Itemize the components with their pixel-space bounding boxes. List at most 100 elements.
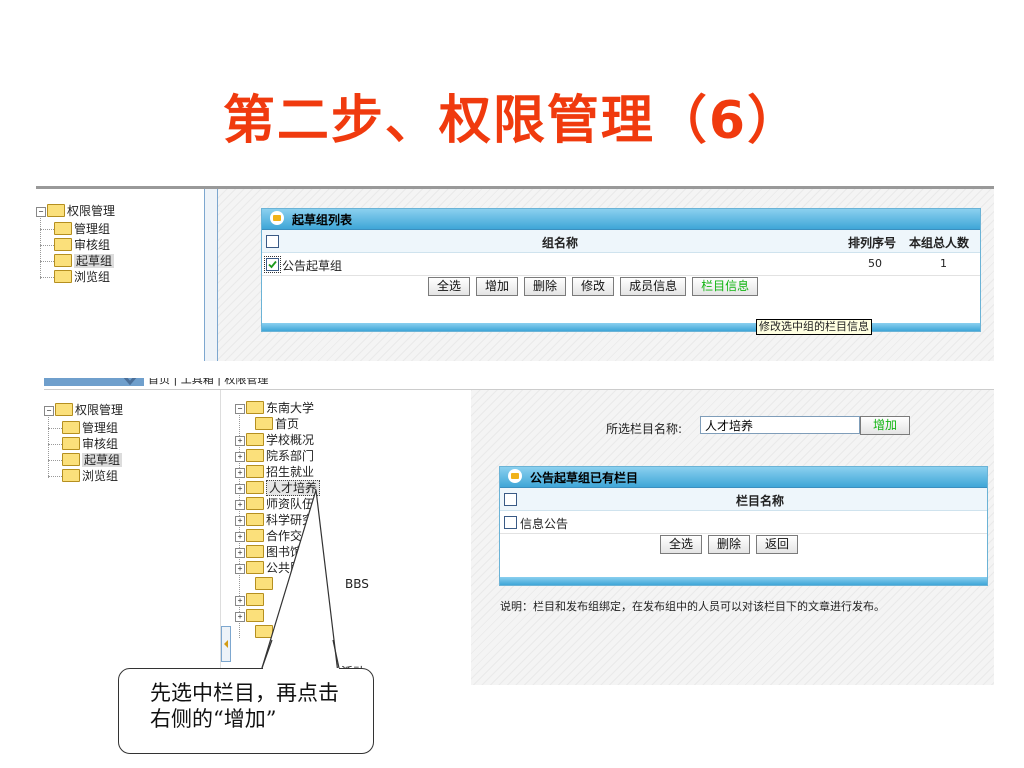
folder-icon [246,465,264,478]
column-item-faculty[interactable]: + 师资队伍 [235,496,314,512]
table-header-row: 栏目名称 [500,488,987,511]
tree-root-node[interactable]: − 权限管理 [36,203,115,219]
tree-item-draft-group[interactable]: 起草组 [54,253,115,269]
folder-badge-icon [270,211,284,225]
delete-button[interactable]: 删除 [708,535,751,554]
chevron-left-icon [224,640,228,648]
add-column-button[interactable]: 增加 [860,416,911,435]
collapse-icon[interactable]: − [36,206,46,217]
collapse-icon[interactable]: − [235,403,245,414]
tree-item-review-group[interactable]: 审核组 [54,237,110,253]
expand-icon[interactable]: + [235,483,245,494]
order-cell: 50 [868,257,882,270]
column-info-button[interactable]: 栏目信息 [692,277,759,296]
expand-icon[interactable]: + [235,499,245,510]
add-button[interactable]: 增加 [476,277,519,296]
tree-root-node[interactable]: − 权限管理 [44,402,123,418]
breadcrumb: 首页 | 工具箱 | 权限管理 [148,378,269,386]
column-item-public[interactable]: + 公共服务 [235,560,314,576]
assigned-columns-panel: 公告起草组已有栏目 栏目名称 信息公告 全选 删除 返回 [499,466,988,586]
help-note: 说明：栏目和发布组绑定，在发布组中的人员可以对该栏目下的文章进行发布。 [500,600,885,613]
folder-icon [62,437,80,450]
column-item-talent[interactable]: + 人才培养 [235,480,321,496]
column-info-tooltip: 修改选中组的栏目信息 [756,319,872,335]
panel-header: 起草组列表 [262,209,980,230]
table-row[interactable]: 信息公告 [500,511,987,534]
draft-group-list-panel: 起草组列表 组名称 排列序号 本组总人数 公告起草组 50 1 全选 增加 删除 修改… [261,208,981,332]
expand-icon[interactable]: + [235,451,245,462]
selected-column-label: 所选栏目名称: [606,422,683,436]
column-item-extra-2[interactable]: + [235,608,266,624]
column-item-library[interactable]: + 图书馆 [235,544,302,560]
select-all-button[interactable]: 全选 [660,535,703,554]
pane-splitter[interactable] [204,189,218,361]
tree-item-admin-group[interactable]: 管理组 [54,221,110,237]
member-info-button[interactable]: 成员信息 [620,277,687,296]
group-name-cell: 公告起草组 [282,259,343,273]
folder-icon [246,513,264,526]
expand-icon[interactable]: + [235,467,245,478]
folder-icon [62,469,80,482]
tree-item-browse-group[interactable]: 浏览组 [62,468,118,484]
tree-item-draft-group[interactable]: 起草组 [62,452,123,468]
folder-icon [246,497,264,510]
expand-icon[interactable]: + [235,611,245,622]
select-all-checkbox[interactable] [504,493,517,506]
folder-icon [54,270,72,283]
column-item-extra-3[interactable] [255,624,275,640]
group-list-screenshot: − 权限管理 管理组 审核组 起草组 浏览组 起草组列表 组名称 排列序号 本组… [36,186,994,361]
folder-icon [246,433,264,446]
folder-badge-icon [508,469,522,483]
permission-tree-pane: − 权限管理 管理组 审核组 起草组 浏览组 [36,189,204,361]
expand-icon[interactable]: + [235,531,245,542]
folder-icon [246,593,264,606]
selected-column-input[interactable] [700,416,860,434]
expand-icon[interactable]: + [235,595,245,606]
column-item-overview[interactable]: + 学校概况 [235,432,314,448]
folder-icon [54,238,72,251]
table-header-row: 组名称 排列序号 本组总人数 [262,230,980,253]
panel-button-bar: 全选 删除 返回 [660,535,804,554]
panel-button-bar: 全选 增加 删除 修改 成员信息 栏目信息 [428,277,764,296]
expand-icon[interactable]: + [235,547,245,558]
folder-icon [246,449,264,462]
column-name-cell: 信息公告 [520,517,569,531]
column-assign-screenshot: 首页 | 工具箱 | 权限管理 − 权限管理 管理组 审核组 起草组 浏览组 − 东… [44,378,994,685]
folder-icon [246,561,264,574]
column-tree-root[interactable]: − 东南大学 [235,400,314,416]
folder-icon [55,403,73,416]
tree-item-browse-group[interactable]: 浏览组 [54,269,110,285]
folder-icon [255,625,273,638]
row-checkbox[interactable] [504,516,517,529]
row-checkbox[interactable] [264,256,281,273]
expand-icon[interactable]: + [235,515,245,526]
column-item-extra-1[interactable]: + [235,592,266,608]
folder-icon [54,254,72,267]
back-button[interactable]: 返回 [756,535,799,554]
panel-footer [500,577,987,585]
folder-icon [47,204,65,217]
column-item-home[interactable]: 首页 [255,416,299,432]
folder-icon [246,529,264,542]
select-all-checkbox[interactable] [266,235,279,248]
expand-icon[interactable]: + [235,435,245,446]
column-item-bbs[interactable]: BBS [255,576,369,592]
table-row[interactable]: 公告起草组 50 1 [262,253,980,276]
panel-header: 公告起草组已有栏目 [500,467,987,488]
select-all-button[interactable]: 全选 [428,277,471,296]
collapse-handle[interactable] [221,626,231,662]
column-item-admissions[interactable]: + 招生就业 [235,464,314,480]
folder-icon [255,577,273,590]
delete-button[interactable]: 删除 [524,277,567,296]
column-item-cooperation[interactable]: + 合作交流 [235,528,314,544]
expand-icon[interactable]: + [235,563,245,574]
folder-icon [62,453,80,466]
tree-item-admin-group[interactable]: 管理组 [62,420,118,436]
modify-button[interactable]: 修改 [572,277,615,296]
folder-icon [54,222,72,235]
column-item-departments[interactable]: + 院系部门 [235,448,314,464]
collapse-icon[interactable]: − [44,405,54,416]
column-item-research[interactable]: + 科学研究 [235,512,314,528]
chevron-down-icon [123,378,137,386]
tree-item-review-group[interactable]: 审核组 [62,436,118,452]
